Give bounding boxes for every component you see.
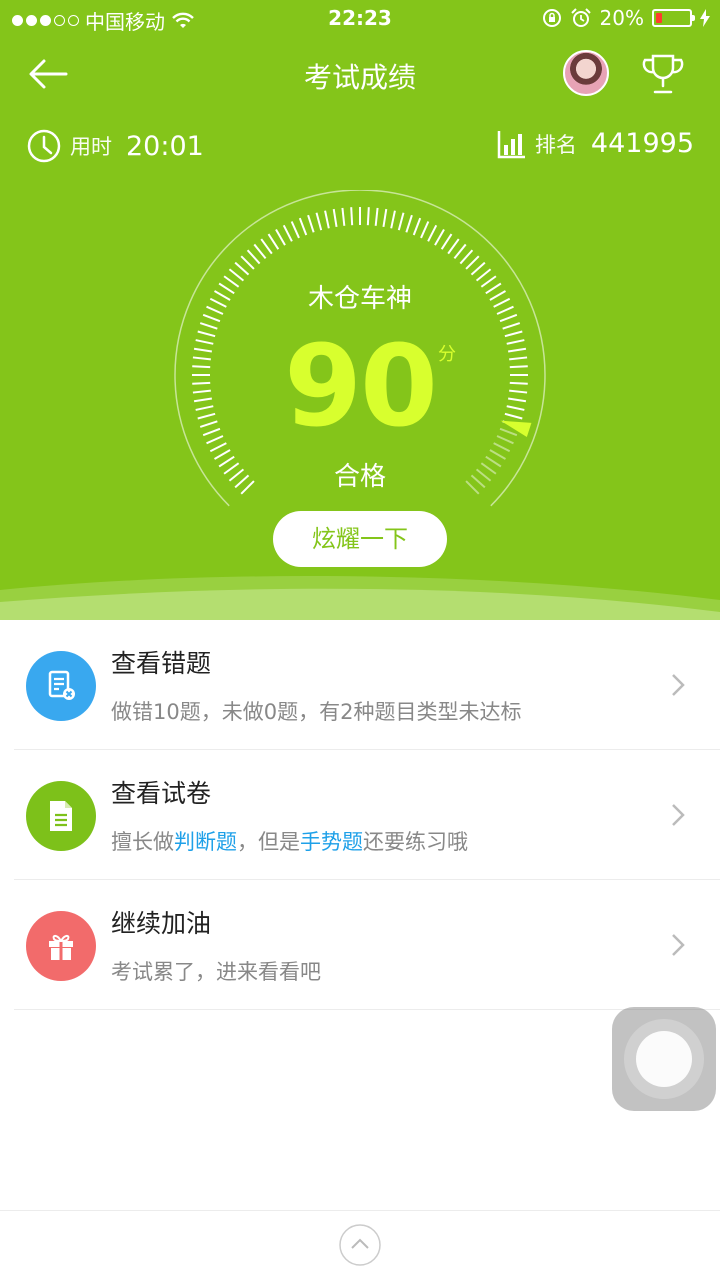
page-title: 考试成绩 (303, 61, 416, 94)
gauge-tick (290, 221, 300, 239)
gauge-tick (470, 261, 486, 276)
assistive-touch-button[interactable] (612, 1007, 716, 1111)
gauge-tick (253, 243, 267, 260)
gauge-tick (282, 224, 293, 242)
list-item-keep-going[interactable]: 继续加油 考试累了，进来看看吧 (0, 880, 720, 1010)
gauge-tick (453, 243, 467, 260)
gift-icon (26, 911, 96, 981)
clock-icon (27, 129, 61, 163)
result-title: 木仓车神 (307, 284, 412, 314)
gauge-tick (324, 210, 330, 229)
wrong-questions-icon (26, 651, 96, 721)
charging-icon (700, 9, 710, 27)
gauge-tick (412, 217, 422, 236)
gauge-tick (307, 214, 315, 233)
gauge-tick (350, 207, 354, 226)
gauge-tick (427, 224, 438, 242)
time-value: 20:01 (126, 130, 204, 162)
score-unit: 分 (438, 344, 456, 365)
gauge-tick (298, 217, 308, 236)
gauge-tick (315, 212, 323, 231)
gauge-tick (459, 249, 474, 265)
chevron-right-icon (672, 934, 685, 956)
gauge-tick (382, 208, 388, 228)
gauge-tick (341, 207, 346, 226)
chevron-right-icon (672, 804, 685, 826)
gauge-tick (240, 255, 255, 270)
ranking[interactable]: 排名 441995 (497, 128, 694, 159)
gauge-tick (366, 207, 370, 226)
list-item-title: 继续加油 (111, 909, 212, 938)
gauge-tick (390, 210, 396, 229)
gauge-tick (267, 233, 280, 250)
score-value: 90 (284, 322, 438, 452)
gauge-tick (434, 229, 445, 246)
gauge-tick (405, 214, 413, 233)
avatar[interactable] (563, 50, 609, 96)
nav-bar: 考试成绩 (0, 40, 720, 110)
rank-label: 排名 (534, 132, 577, 157)
gauge-tick (499, 313, 518, 323)
desc-text: 擅长做 (111, 830, 174, 854)
share-button[interactable]: 炫耀一下 (273, 511, 447, 567)
desc-highlight: 判断题 (174, 830, 237, 854)
alarm-icon (570, 8, 591, 27)
trophy-icon[interactable] (640, 52, 686, 96)
gauge-tick (202, 313, 221, 323)
chevron-right-icon (672, 674, 685, 696)
gauge-tick (447, 238, 460, 255)
gauge-tick (246, 249, 261, 265)
rotation-lock-icon (542, 9, 561, 27)
gauge-tick (374, 207, 379, 226)
list-item-title: 查看错题 (111, 649, 212, 678)
gauge-tick (397, 212, 405, 231)
gauge-tick (440, 233, 453, 250)
gauge-tick (275, 229, 286, 246)
header-wave (0, 576, 720, 620)
chevron-up-icon[interactable] (338, 1223, 382, 1267)
desc-highlight: 手势题 (300, 830, 363, 854)
document-icon (26, 781, 96, 851)
desc-text: 还要练习哦 (363, 830, 468, 854)
bar-chart-icon (497, 130, 525, 158)
list-item-title: 查看试卷 (111, 779, 212, 808)
gauge-tick (465, 255, 480, 270)
list-item-desc: 做错10题，未做0题，有2种题目类型未达标 (111, 700, 522, 724)
gauge-tick (420, 221, 430, 239)
action-list: 查看错题 做错10题，未做0题，有2种题目类型未达标 查看试卷 擅长做判断题，但… (0, 620, 720, 1010)
list-item-exam-paper[interactable]: 查看试卷 擅长做判断题，但是手势题还要练习哦 (0, 750, 720, 880)
bottom-divider (0, 1210, 720, 1211)
desc-text: ，但是 (237, 830, 300, 854)
pass-status: 合格 (333, 462, 386, 492)
list-item-wrong-questions[interactable]: 查看错题 做错10题，未做0题，有2种题目类型未达标 (0, 620, 720, 750)
gauge-tick (332, 208, 338, 228)
gauge-tick (260, 238, 273, 255)
time-label: 用时 (70, 135, 112, 159)
time-used: 用时 20:01 (26, 128, 204, 164)
gauge-tick (234, 261, 250, 276)
list-item-desc: 考试累了，进来看看吧 (111, 960, 321, 984)
result-header: 中国移动 22:23 20% 考试成绩 用时 20:01 排名 441995 木… (0, 0, 720, 620)
list-item-desc: 擅长做判断题，但是手势题还要练习哦 (111, 826, 468, 856)
rank-value: 441995 (590, 128, 694, 159)
status-bar: 中国移动 22:23 20% (0, 0, 720, 38)
battery-icon (652, 9, 695, 27)
battery-percent: 20% (599, 6, 644, 30)
